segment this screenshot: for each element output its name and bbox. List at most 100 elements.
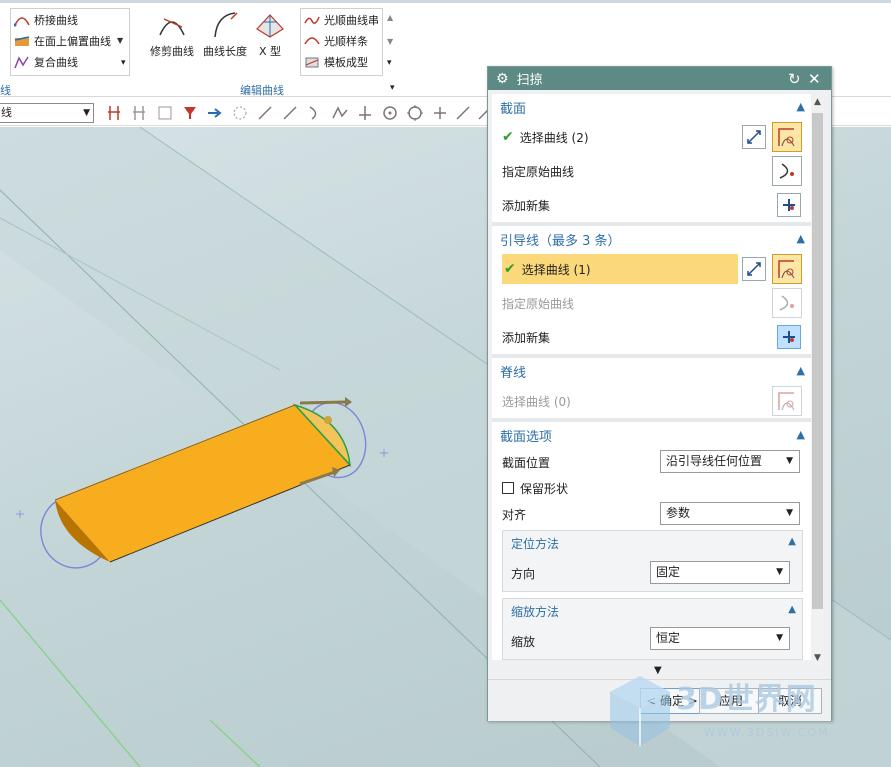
section-specify-origin-row[interactable]: 指定原始曲线 bbox=[492, 154, 811, 188]
scroll-down-icon[interactable]: ▼ bbox=[811, 653, 824, 663]
chevron-down-icon: ▼ bbox=[83, 108, 90, 118]
guide-specify-origin-label: 指定原始曲线 bbox=[502, 296, 575, 311]
close-icon[interactable]: ✕ bbox=[808, 70, 821, 88]
point-on-curve-icon[interactable] bbox=[431, 104, 449, 122]
smooth-spline-item[interactable]: 光顺样条 bbox=[304, 30, 379, 51]
spine-header[interactable]: 脊线 ▲ bbox=[492, 358, 811, 384]
trim-curve-icon bbox=[159, 18, 185, 36]
group-dropdown-icon[interactable]: ▾ bbox=[390, 83, 395, 93]
scale-select[interactable]: 恒定 ▼ bbox=[650, 627, 790, 650]
guide-specify-origin-row[interactable]: 指定原始曲线 bbox=[492, 286, 811, 320]
arrow-right-icon[interactable] bbox=[206, 104, 224, 122]
offset-on-face-icon bbox=[14, 35, 30, 46]
alignment-select[interactable]: 参数 ▼ bbox=[660, 502, 800, 525]
reverse-direction-button[interactable] bbox=[742, 125, 766, 149]
trim-curve-button[interactable]: 修剪曲线 bbox=[146, 9, 198, 59]
chevron-up-icon[interactable]: ▲ bbox=[797, 100, 805, 113]
chevron-down-icon: ▼ bbox=[776, 567, 783, 577]
chevron-up-icon[interactable]: ▲ bbox=[797, 232, 805, 245]
section-add-new-set-row[interactable]: 添加新集 bbox=[492, 188, 811, 222]
section-position-row: 截面位置 沿引导线任何位置 ▼ bbox=[492, 448, 811, 476]
quadrant-icon[interactable] bbox=[406, 104, 424, 122]
point-on-face-icon[interactable] bbox=[454, 104, 472, 122]
more-menu-icon[interactable]: ▾ bbox=[121, 58, 126, 68]
chevron-up-icon[interactable]: ▲ bbox=[788, 536, 796, 547]
x-form-button[interactable]: X 型 bbox=[244, 9, 296, 59]
chevron-down-icon: ▼ bbox=[786, 508, 793, 518]
curve-snap-icon[interactable] bbox=[306, 104, 324, 122]
orientation-method-header[interactable]: 定位方法 ▲ bbox=[503, 531, 802, 555]
trim-curve-label: 修剪曲线 bbox=[150, 45, 194, 58]
scaling-method-header[interactable]: 缩放方法 ▲ bbox=[503, 599, 802, 623]
guide-add-new-set-row[interactable]: 添加新集 bbox=[492, 320, 811, 354]
smooth-spline-label: 光顺样条 bbox=[324, 34, 368, 48]
smooth-curve-string-icon bbox=[304, 16, 320, 24]
select-curve-button[interactable] bbox=[772, 254, 802, 284]
template-shaping-item[interactable]: 模板成型 bbox=[304, 51, 379, 72]
select-curve-icon bbox=[778, 128, 795, 147]
scroll-up-icon[interactable]: ▲ bbox=[387, 13, 393, 22]
snap-endpoint-icon[interactable] bbox=[106, 104, 124, 122]
section-options-header[interactable]: 截面选项 ▲ bbox=[492, 422, 811, 448]
section-header[interactable]: 截面 ▲ bbox=[492, 94, 811, 120]
section-position-select[interactable]: 沿引导线任何位置 ▼ bbox=[660, 450, 800, 473]
spine-select-curve-row[interactable]: 选择曲线 (0) bbox=[492, 384, 811, 418]
guide-header[interactable]: 引导线（最多 3 条） ▲ bbox=[492, 226, 811, 252]
origin-marker bbox=[16, 510, 24, 518]
bridge-curve-item[interactable]: 桥接曲线 bbox=[14, 9, 123, 30]
intersection-icon[interactable] bbox=[356, 104, 374, 122]
preserve-shape-row[interactable]: 保留形状 bbox=[492, 476, 811, 500]
guide-group: 引导线（最多 3 条） ▲ ✔ 选择曲线 (1) 指定原始曲线 添加新集 bbox=[492, 226, 811, 358]
left-group-label: 线 bbox=[0, 84, 11, 97]
handle-point[interactable] bbox=[324, 416, 332, 424]
select-curve-button[interactable] bbox=[772, 122, 802, 152]
dialog-title: 扫掠 bbox=[516, 73, 543, 88]
select-curve-button[interactable] bbox=[772, 386, 802, 416]
preserve-shape-checkbox[interactable] bbox=[502, 482, 514, 494]
snap-grid-icon[interactable] bbox=[231, 104, 249, 122]
section-title: 截面 bbox=[500, 101, 527, 117]
offset-on-face-item[interactable]: 在面上偏置曲线 ▼ bbox=[14, 30, 123, 51]
dialog-scrollbar[interactable]: ▲ ▼ bbox=[811, 97, 824, 667]
spine-title: 脊线 bbox=[500, 365, 527, 381]
scrollbar-thumb[interactable] bbox=[812, 113, 823, 609]
snap-midpoint-icon[interactable] bbox=[131, 104, 149, 122]
chevron-down-icon[interactable]: ▼ bbox=[117, 36, 123, 45]
more-menu-icon[interactable]: ▾ bbox=[387, 58, 392, 68]
arc-center-icon[interactable] bbox=[381, 104, 399, 122]
assembly-icon[interactable] bbox=[156, 104, 174, 122]
specify-origin-button[interactable] bbox=[772, 288, 802, 318]
reverse-direction-button[interactable] bbox=[742, 257, 766, 281]
section-position-value: 沿引导线任何位置 bbox=[666, 454, 763, 468]
section-select-curve-row[interactable]: ✔ 选择曲线 (2) bbox=[492, 120, 811, 154]
specify-origin-button[interactable] bbox=[772, 156, 802, 186]
direction-select[interactable]: 固定 ▼ bbox=[650, 561, 790, 584]
line-snap-icon[interactable] bbox=[256, 104, 274, 122]
composite-curve-label: 复合曲线 bbox=[34, 55, 78, 69]
origin-curve-icon bbox=[779, 295, 794, 311]
reset-icon[interactable]: ↻ bbox=[788, 70, 801, 88]
gear-icon[interactable]: ⚙ bbox=[496, 71, 509, 87]
guide-select-curve-highlight[interactable]: ✔ 选择曲线 (1) bbox=[502, 254, 738, 284]
alignment-row: 对齐 参数 ▼ bbox=[492, 500, 811, 528]
line-snap-2-icon[interactable] bbox=[281, 104, 299, 122]
selection-filter-icon[interactable] bbox=[181, 104, 199, 122]
chevron-up-icon[interactable]: ▲ bbox=[788, 604, 796, 615]
scroll-down-icon[interactable]: ▼ bbox=[387, 37, 393, 46]
scroll-up-icon[interactable]: ▲ bbox=[811, 97, 824, 107]
curve-items-group: 桥接曲线 在面上偏置曲线 ▼ 复合曲线 bbox=[14, 9, 123, 72]
direction-arrow[interactable] bbox=[299, 400, 346, 405]
alignment-value: 参数 bbox=[666, 506, 691, 520]
type-filter-select[interactable]: 线 ▼ bbox=[0, 103, 94, 123]
add-new-set-button[interactable] bbox=[777, 193, 801, 217]
orientation-method-group: 定位方法 ▲ 方向 固定 ▼ bbox=[502, 530, 803, 592]
smooth-curve-string-item[interactable]: 光顺曲线串 bbox=[304, 9, 379, 30]
smooth-spline-icon bbox=[304, 36, 320, 44]
composite-curve-item[interactable]: 复合曲线 bbox=[14, 51, 123, 72]
control-point-icon[interactable] bbox=[331, 104, 349, 122]
chevron-up-icon[interactable]: ▲ bbox=[797, 364, 805, 377]
section-options-title: 截面选项 bbox=[500, 429, 553, 445]
guide-select-curve-row[interactable]: ✔ 选择曲线 (1) bbox=[492, 252, 811, 286]
chevron-up-icon[interactable]: ▲ bbox=[797, 428, 805, 441]
add-new-set-button[interactable] bbox=[777, 325, 801, 349]
